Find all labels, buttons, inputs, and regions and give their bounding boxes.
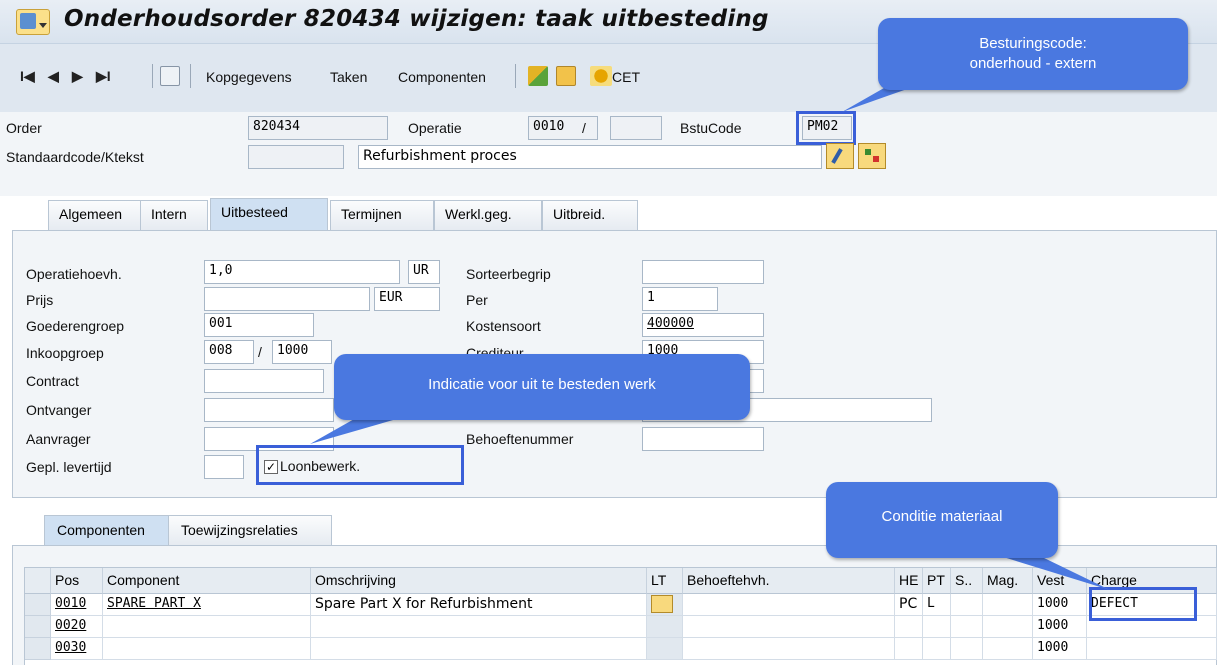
besturingscode-pointer — [842, 88, 910, 112]
callout-text: Besturingscode: — [979, 35, 1087, 52]
callout-text: onderhoud - extern — [969, 55, 1097, 72]
conditie-callout: Conditie materiaal — [826, 482, 1058, 558]
conditie-pointer — [1000, 556, 1110, 590]
callout-pointers — [310, 88, 1110, 590]
indicatie-pointer — [310, 418, 400, 444]
indicatie-callout: Indicatie voor uit te besteden werk — [334, 354, 750, 420]
besturingscode-callout: Besturingscode: onderhoud - extern — [878, 18, 1188, 90]
